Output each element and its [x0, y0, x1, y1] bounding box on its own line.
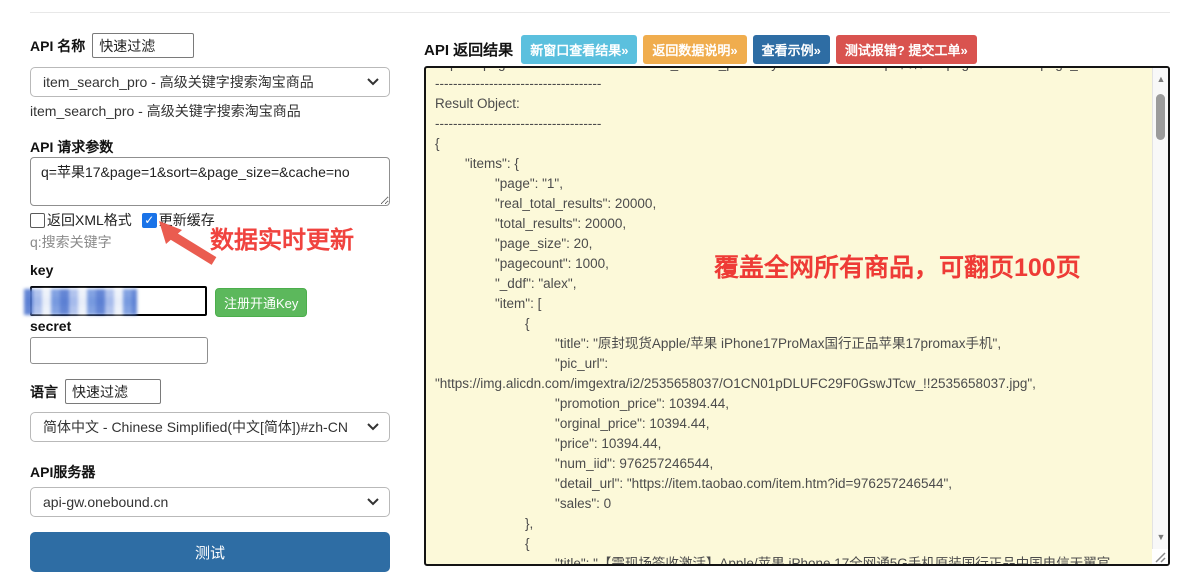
resize-grip-icon[interactable] [1152, 549, 1168, 564]
api-test-page: API 名称 item_search_pro - 高级关键字搜索淘宝商品 ite… [0, 0, 1196, 587]
server-select-value: api-gw.onebound.cn [43, 494, 367, 510]
api-name-label: API 名称 [30, 36, 85, 56]
request-form-panel: API 名称 item_search_pro - 高级关键字搜索淘宝商品 ite… [30, 0, 390, 587]
api-select-caption: item_search_pro - 高级关键字搜索淘宝商品 [30, 101, 301, 121]
open-result-new-window-button[interactable]: 新窗口查看结果» [521, 35, 637, 64]
register-key-button[interactable]: 注册开通Key [215, 288, 307, 317]
lang-label: 语言 [30, 382, 58, 402]
api-name-filter-input[interactable] [92, 33, 194, 58]
result-json-text: https://api-gw.onebound.cn/taobao/item_s… [426, 66, 1150, 566]
server-select[interactable]: api-gw.onebound.cn [30, 487, 390, 517]
lang-select[interactable]: 简体中文 - Chinese Simplified(中文[简体])#zh-CN [30, 412, 390, 442]
api-select[interactable]: item_search_pro - 高级关键字搜索淘宝商品 [30, 67, 390, 97]
scroll-down-arrow-icon[interactable]: ▼ [1153, 530, 1169, 544]
test-button[interactable]: 测试 [30, 532, 390, 572]
view-example-button[interactable]: 查看示例» [753, 35, 830, 64]
lang-select-value: 简体中文 - Chinese Simplified(中文[简体])#zh-CN [43, 417, 367, 437]
realtime-annotation: 数据实时更新 [210, 220, 354, 255]
coverage-annotation: 覆盖全网所有商品，可翻页100页 [714, 248, 1081, 284]
scrollbar-thumb[interactable] [1156, 94, 1165, 140]
key-label: key [30, 262, 53, 278]
result-vertical-scrollbar[interactable]: ▲ ▼ [1152, 68, 1168, 564]
scroll-up-arrow-icon[interactable]: ▲ [1153, 72, 1169, 86]
key-input[interactable] [30, 286, 207, 316]
api-name-row: API 名称 [30, 33, 194, 58]
chevron-down-icon [367, 423, 379, 431]
result-panel: API 返回结果 新窗口查看结果» 返回数据说明» 查看示例» 测试报错? 提交… [424, 0, 1172, 587]
lang-row: 语言 [30, 379, 161, 404]
secret-label: secret [30, 318, 71, 334]
param-hint: q:搜索关键字 [30, 232, 112, 252]
return-data-docs-button[interactable]: 返回数据说明» [643, 35, 746, 64]
chevron-down-icon [367, 78, 379, 86]
api-select-value: item_search_pro - 高级关键字搜索淘宝商品 [43, 72, 367, 92]
xml-format-checkbox[interactable] [30, 213, 45, 228]
result-header: API 返回结果 新窗口查看结果» 返回数据说明» 查看示例» 测试报错? 提交… [424, 35, 983, 64]
result-output-box: https://api-gw.onebound.cn/taobao/item_s… [424, 66, 1170, 566]
secret-input[interactable] [30, 337, 208, 364]
xml-format-label: 返回XML格式 [47, 210, 132, 230]
params-textarea[interactable]: q=苹果17&page=1&sort=&page_size=&cache=no [30, 157, 390, 206]
key-row: 注册开通Key [30, 286, 390, 316]
lang-filter-input[interactable] [65, 379, 161, 404]
report-error-ticket-button[interactable]: 测试报错? 提交工单» [836, 35, 977, 64]
chevron-down-icon [367, 498, 379, 506]
result-title: API 返回结果 [424, 39, 513, 60]
server-label: API服务器 [30, 462, 95, 482]
params-label: API 请求参数 [30, 137, 113, 157]
